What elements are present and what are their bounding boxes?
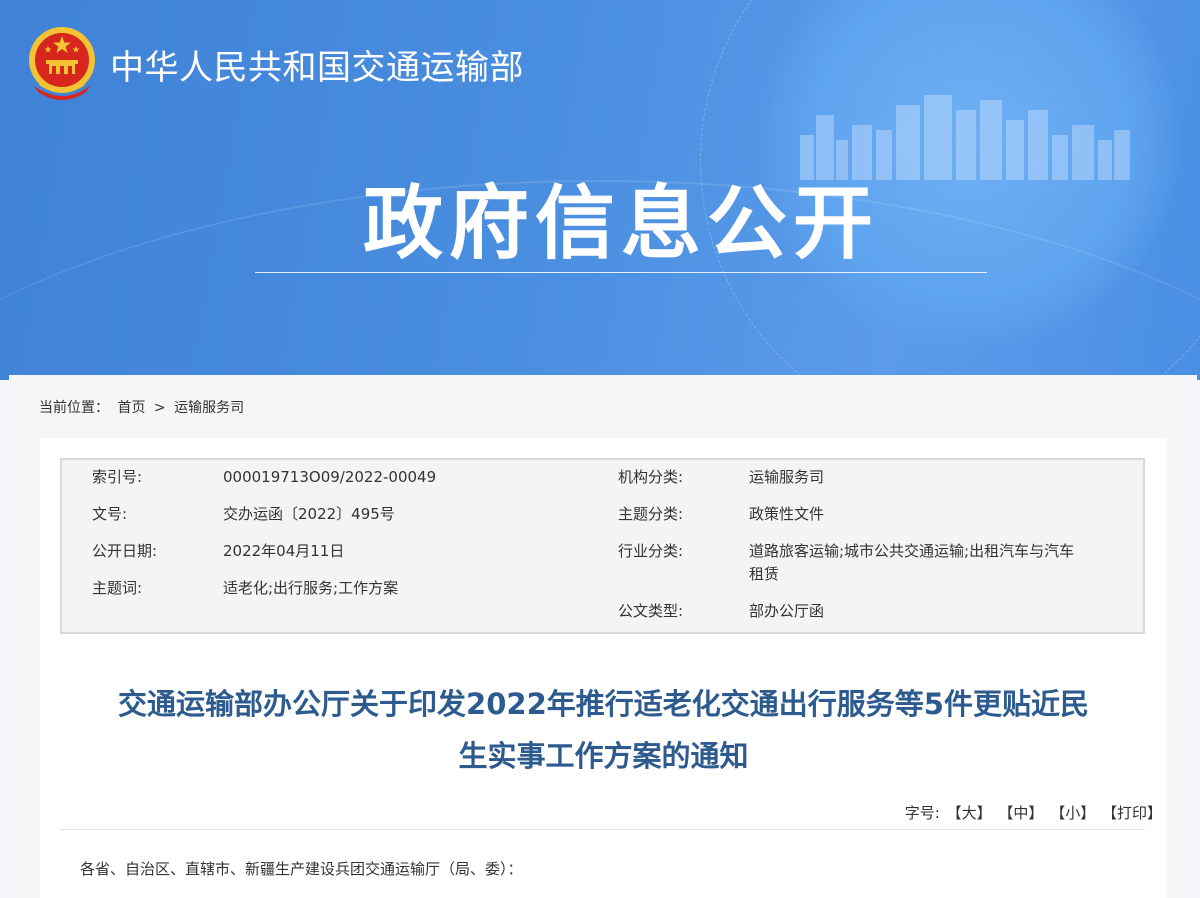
content-area: 当前位置： 首页 > 运输服务司 索引号: 000019713O09/2022-… xyxy=(9,375,1197,898)
font-large-button[interactable]: 【大】 xyxy=(947,804,992,822)
font-size-controls: 字号: 【大】 【中】 【小】 【打印】 xyxy=(903,802,1162,823)
font-small-button[interactable]: 【小】 xyxy=(1050,804,1095,822)
meta-industry-value-line1: 道路旅客运输;城市公共交通运输;出租汽车与汽车 xyxy=(749,542,1075,560)
meta-docno-value: 交办运函〔2022〕495号 xyxy=(223,505,395,523)
font-size-label: 字号: xyxy=(904,804,940,822)
ministry-name[interactable]: 中华人民共和国交通运输部 xyxy=(110,40,524,89)
font-medium-button[interactable]: 【中】 xyxy=(998,804,1043,822)
metadata-table: 索引号: 000019713O09/2022-00049 文号: 交办运函〔20… xyxy=(60,458,1145,634)
breadcrumb-home-link[interactable]: 首页 xyxy=(117,400,145,416)
meta-industry-value-line2: 租赁 xyxy=(749,565,780,583)
meta-index-value: 000019713O09/2022-00049 xyxy=(223,468,437,486)
meta-keywords-value: 适老化;出行服务;工作方案 xyxy=(223,579,399,597)
section-title: 政府信息公开 xyxy=(363,177,879,270)
meta-index-label: 索引号: xyxy=(92,468,143,486)
document-title: 交通运输部办公厅关于印发2022年推行适老化交通出行服务等5件更贴近民 生实事工… xyxy=(55,678,1152,782)
national-emblem-icon xyxy=(29,27,95,100)
meta-topic-value: 政策性文件 xyxy=(749,505,825,523)
print-button[interactable]: 【打印】 xyxy=(1102,804,1162,822)
meta-doctype-label: 公文类型: xyxy=(618,602,684,620)
meta-docno-label: 文号: xyxy=(92,505,128,523)
meta-keywords-label: 主题词: xyxy=(92,579,143,597)
document-salutation: 各省、自治区、直辖市、新疆生产建设兵团交通运输厅（局、委）： xyxy=(80,860,523,878)
meta-industry-label: 行业分类: xyxy=(618,542,684,560)
content-divider xyxy=(60,829,1145,830)
breadcrumb-label: 当前位置： xyxy=(39,400,109,416)
breadcrumb: 当前位置： 首页 > 运输服务司 xyxy=(39,397,248,417)
header-banner: 中华人民共和国交通运输部 政府信息公开 xyxy=(0,0,1200,380)
document-title-line2: 生实事工作方案的通知 xyxy=(458,739,749,773)
meta-date-value: 2022年04月11日 xyxy=(223,542,345,560)
meta-doctype-value: 部办公厅函 xyxy=(749,602,825,620)
meta-org-value: 运输服务司 xyxy=(749,468,825,486)
title-divider xyxy=(255,272,987,273)
breadcrumb-separator: > xyxy=(153,400,166,416)
meta-org-label: 机构分类: xyxy=(618,468,684,486)
meta-topic-label: 主题分类: xyxy=(618,505,684,523)
city-skyline-graphic xyxy=(800,95,1130,180)
meta-date-label: 公开日期: xyxy=(92,542,158,560)
breadcrumb-current-link[interactable]: 运输服务司 xyxy=(174,400,244,416)
article-panel: 索引号: 000019713O09/2022-00049 文号: 交办运函〔20… xyxy=(40,438,1167,898)
document-title-line1: 交通运输部办公厅关于印发2022年推行适老化交通出行服务等5件更贴近民 xyxy=(118,687,1089,721)
